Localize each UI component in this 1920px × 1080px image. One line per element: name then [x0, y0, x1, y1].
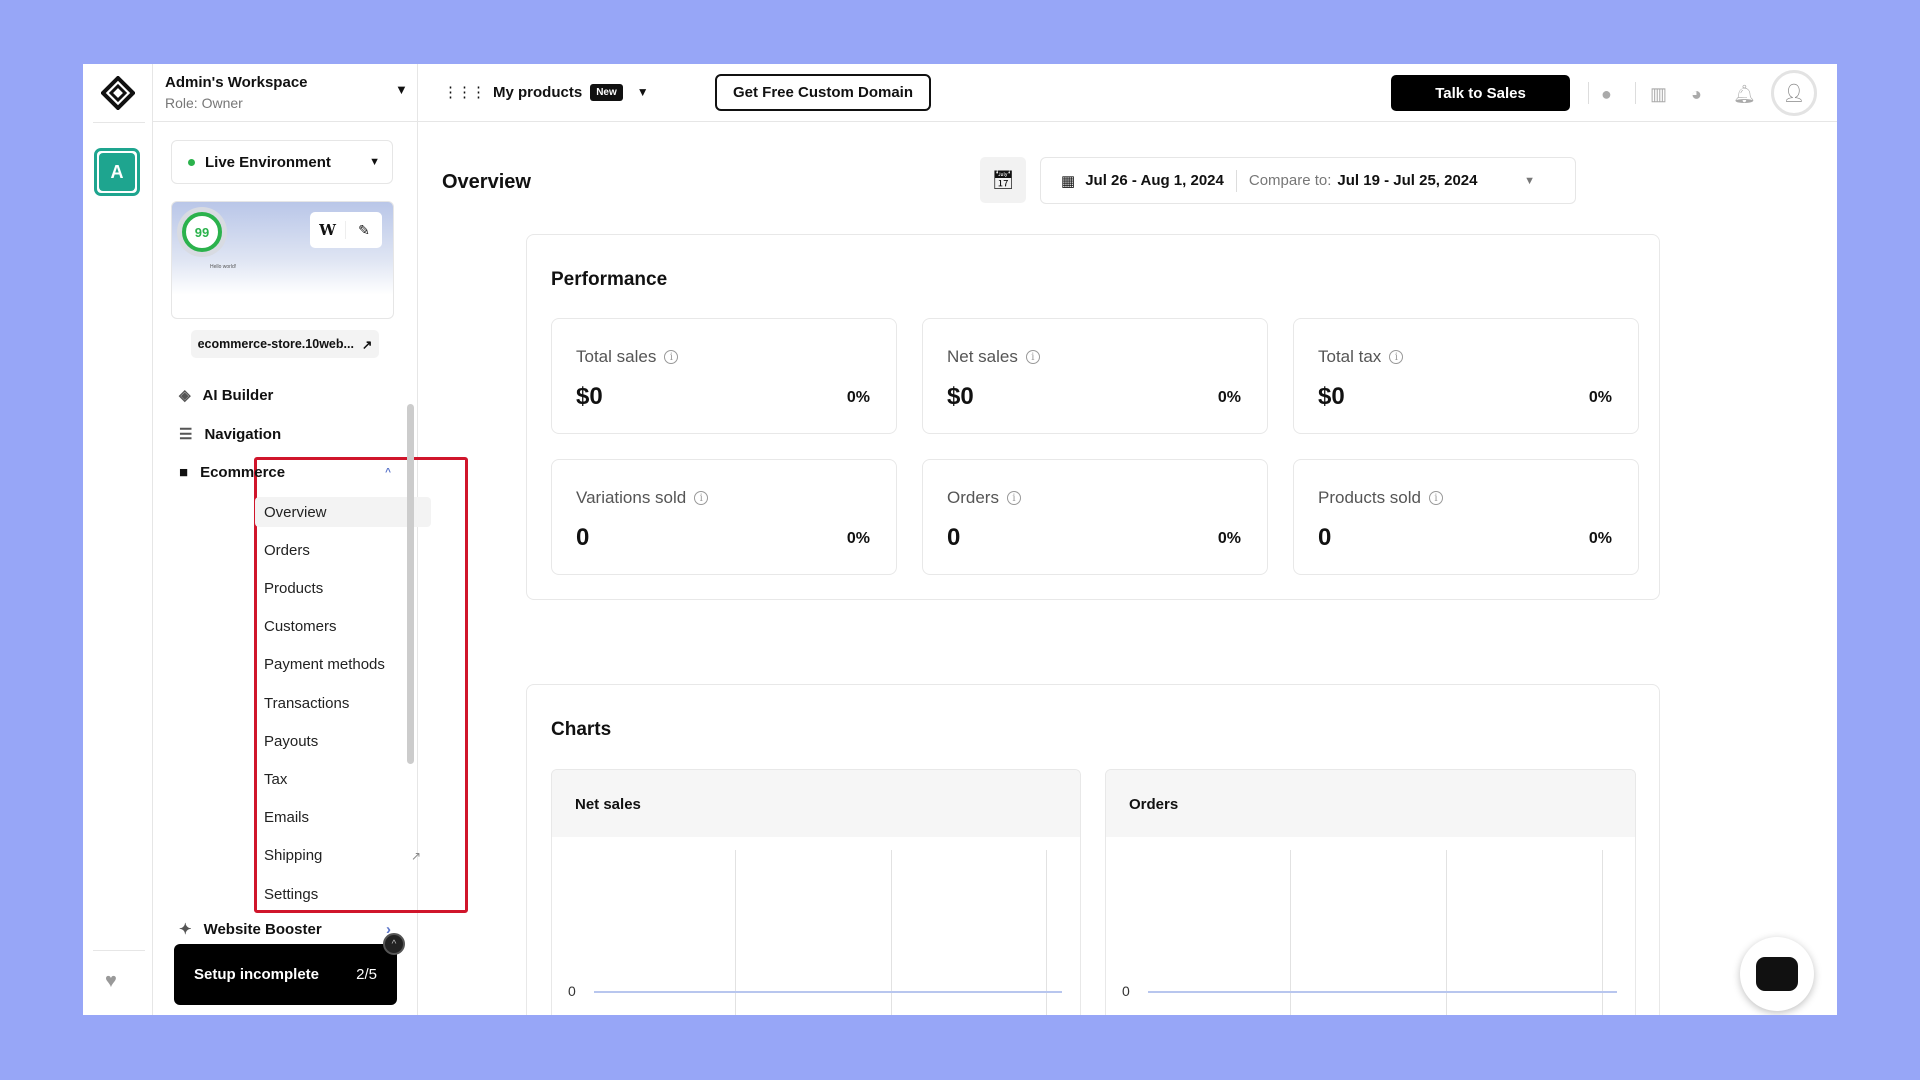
- score-badge: 99: [182, 212, 222, 252]
- logo-icon[interactable]: [100, 75, 136, 111]
- book-icon[interactable]: ▥: [1650, 84, 1667, 105]
- chat-icon: [1756, 957, 1798, 991]
- custom-domain-button[interactable]: Get Free Custom Domain: [715, 74, 931, 111]
- chat-button[interactable]: [1740, 937, 1814, 1011]
- chevron-down-icon: ▼: [1524, 174, 1535, 187]
- bag-icon: ■: [179, 464, 189, 481]
- y-tick-label: 0: [1122, 983, 1130, 999]
- sidebar-subitem-customers[interactable]: Customers: [255, 612, 431, 642]
- info-icon[interactable]: i: [694, 491, 709, 505]
- chevron-down-icon: ▼: [636, 85, 649, 99]
- pie-chart-icon[interactable]: ◕: [1691, 84, 1702, 105]
- series-line: [1148, 991, 1617, 993]
- collapse-setup-button[interactable]: ^: [383, 933, 405, 955]
- date-range-picker[interactable]: ▦ Jul 26 - Aug 1, 2024 Compare to: Jul 1…: [1040, 157, 1576, 204]
- sidebar-subitem-tax[interactable]: Tax: [255, 764, 431, 794]
- y-tick-label: 0: [568, 983, 576, 999]
- site-preview[interactable]: 99 W ✎ Hello world!: [171, 201, 394, 319]
- wordpress-icon[interactable]: W: [310, 221, 346, 239]
- metric-card-total-sales: Total sales i $0 0%: [551, 318, 897, 434]
- left-rail: A ♥: [83, 64, 153, 1015]
- my-products-menu[interactable]: ⋮⋮⋮ My products New ▼: [443, 83, 649, 101]
- orders-chart: Orders 0: [1105, 769, 1636, 1015]
- chevron-down-icon: ▼: [369, 156, 380, 168]
- grid-icon: ⋮⋮⋮: [443, 84, 486, 101]
- user-avatar-icon[interactable]: 👤︎: [1771, 70, 1817, 116]
- sidebar: Live Environment ▼ 99 W ✎ Hello world! e…: [153, 64, 468, 1015]
- info-icon[interactable]: i: [1429, 491, 1443, 505]
- workspace-avatar[interactable]: A: [94, 148, 140, 196]
- layers-icon: ◈: [179, 387, 191, 404]
- sidebar-subitem-emails[interactable]: Emails: [255, 803, 431, 833]
- series-line: [594, 991, 1062, 993]
- calendar-icon: ▦: [1061, 172, 1076, 190]
- info-icon[interactable]: i: [1389, 350, 1404, 364]
- external-link-icon: ↗: [361, 337, 373, 352]
- metric-card-variations-sold: Variations sold i 0 0%: [551, 459, 897, 575]
- sidebar-subitem-overview[interactable]: Overview: [255, 497, 431, 527]
- sidebar-subitem-transactions[interactable]: Transactions: [255, 688, 431, 718]
- charts-card: Charts Net sales 0 Orders 0: [526, 684, 1660, 1015]
- metric-card-total-tax: Total tax i $0 0%: [1293, 318, 1639, 434]
- sidebar-subitem-shipping[interactable]: Shipping ↗: [255, 841, 431, 871]
- sidebar-subitem-payment-methods[interactable]: Payment methods: [255, 650, 431, 680]
- sidebar-scrollbar[interactable]: [407, 404, 414, 764]
- info-icon[interactable]: i: [1006, 491, 1021, 505]
- app-window: A ♥ Admin's Workspace Role: Owner ▼ ⋮⋮⋮ …: [83, 64, 1837, 1015]
- clock-icon[interactable]: ●: [1601, 84, 1612, 105]
- chevron-up-icon: ^: [385, 467, 391, 478]
- sidebar-subitem-payouts[interactable]: Payouts: [255, 726, 431, 756]
- sidebar-subitem-orders[interactable]: Orders: [255, 535, 431, 565]
- sidebar-item-website-booster[interactable]: ✦ Website Booster ›: [179, 920, 391, 939]
- setup-incomplete-widget[interactable]: Setup incomplete 2/5: [174, 944, 397, 1005]
- info-icon[interactable]: i: [1025, 350, 1040, 364]
- metric-card-orders: Orders i 0 0%: [922, 459, 1268, 575]
- sidebar-item-ecommerce[interactable]: ■ Ecommerce ^: [179, 464, 391, 481]
- edit-icon[interactable]: ✎: [346, 222, 382, 239]
- sidebar-subitem-settings[interactable]: Settings: [255, 879, 431, 909]
- status-dot: [188, 158, 195, 166]
- sidebar-item-navigation[interactable]: ☰ Navigation: [179, 425, 281, 444]
- net-sales-chart: Net sales 0: [551, 769, 1081, 1015]
- metric-card-net-sales: Net sales i $0 0%: [922, 318, 1268, 434]
- info-icon[interactable]: i: [664, 350, 679, 364]
- calendar-settings-button[interactable]: 📅︎: [980, 157, 1026, 203]
- sidebar-item-ai-builder[interactable]: ◈ AI Builder: [179, 386, 273, 405]
- performance-card: Performance Total sales i $0 0% Net sales i $0…: [526, 234, 1660, 600]
- rocket-icon: ✦: [179, 921, 192, 938]
- metric-card-products-sold: Products sold i 0 0%: [1293, 459, 1639, 575]
- heart-icon[interactable]: ♥: [105, 970, 117, 993]
- sidebar-subitem-products[interactable]: Products: [255, 573, 431, 603]
- main-content: Overview 📅︎ ▦ Jul 26 - Aug 1, 2024 Compa…: [419, 123, 1837, 1015]
- talk-to-sales-button[interactable]: Talk to Sales: [1391, 75, 1570, 111]
- new-badge: New: [590, 83, 623, 101]
- environment-select[interactable]: Live Environment ▼: [171, 140, 393, 184]
- page-title: Overview: [442, 171, 531, 193]
- menu-icon: ☰: [179, 426, 193, 443]
- site-domain-link[interactable]: ecommerce-store.10web... ↗: [191, 330, 379, 358]
- bell-icon[interactable]: 🔔︎: [1733, 84, 1756, 105]
